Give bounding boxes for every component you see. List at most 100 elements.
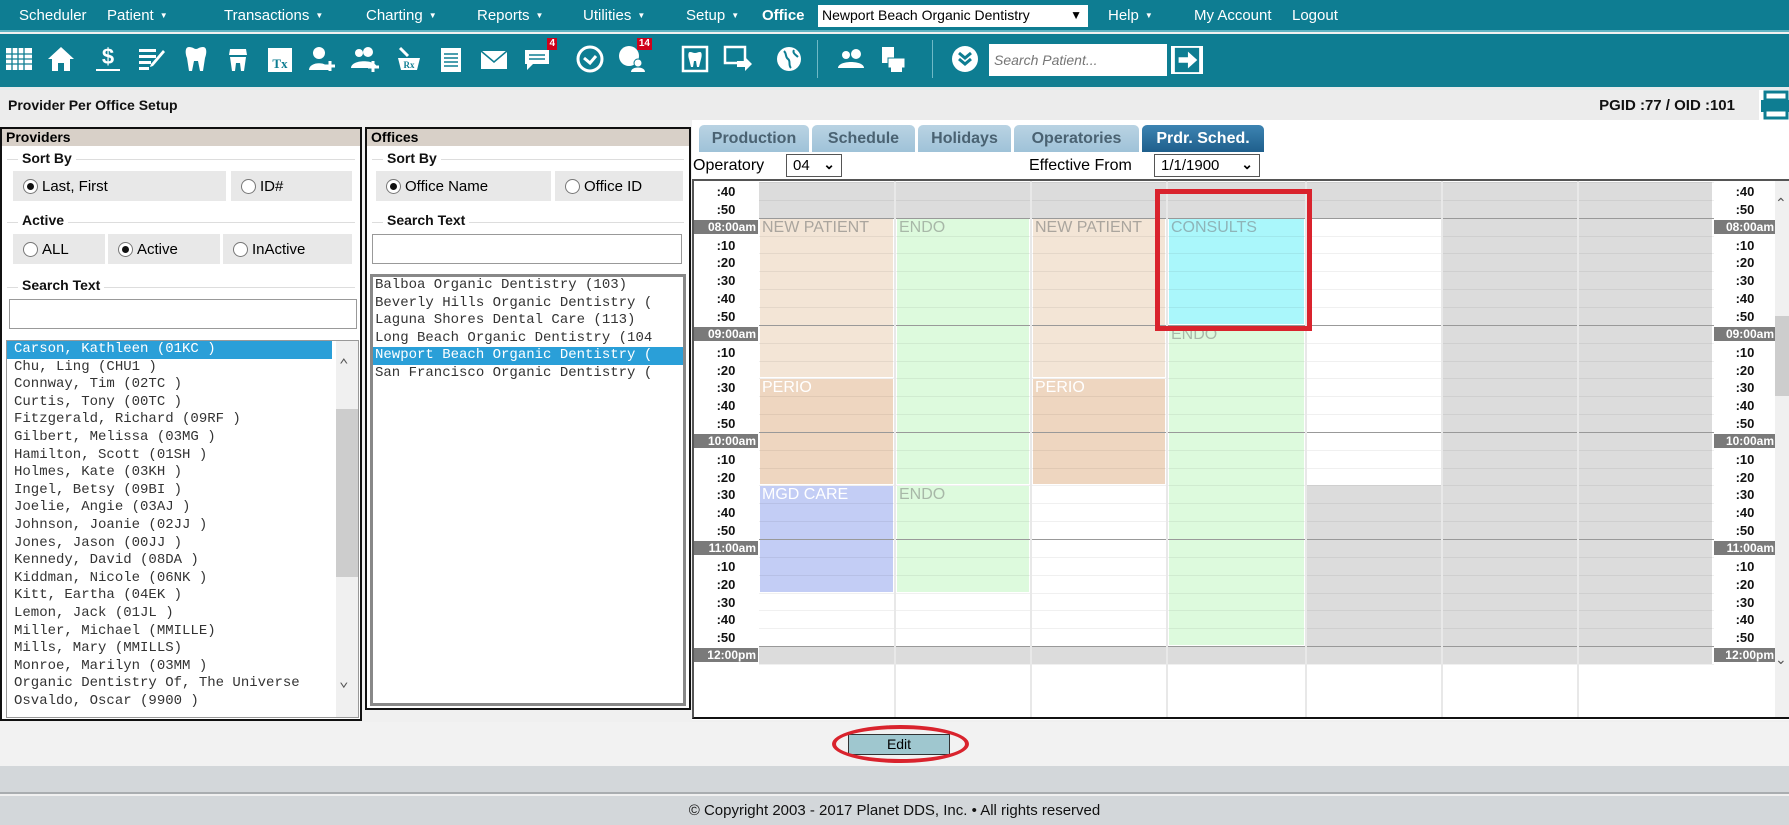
search-go-button[interactable] <box>1169 44 1205 76</box>
provider-list-item[interactable]: Lemon, Jack (01JL ) <box>7 605 358 623</box>
office-list-item[interactable]: Balboa Organic Dentistry (103) <box>373 277 683 295</box>
print-button[interactable] <box>1759 90 1789 120</box>
provider-list-item[interactable]: Jones, Jason (00JJ ) <box>7 535 358 553</box>
provider-list-item[interactable]: Holmes, Kate (03KH ) <box>7 464 358 482</box>
nav-patient-menu[interactable]: Patient ▼ <box>107 7 168 24</box>
scroll-down-icon[interactable]: ⌄ <box>1775 651 1787 668</box>
nav-reports-menu[interactable]: Reports ▼ <box>477 7 543 24</box>
nav-my-account[interactable]: My Account <box>1194 7 1272 24</box>
provider-list-item[interactable]: Kiddman, Nicole (06NK ) <box>7 570 358 588</box>
mail-icon[interactable] <box>478 42 510 76</box>
tab-schedule[interactable]: Schedule <box>812 125 915 152</box>
minute-label: :10 <box>1735 344 1755 360</box>
office-list-item[interactable]: San Francisco Organic Dentistry ( <box>373 365 683 383</box>
offices-search-input[interactable] <box>372 234 682 264</box>
offices-list[interactable]: Balboa Organic Dentistry (103) Beverly Hi… <box>370 274 686 706</box>
providers-list-scrollbar[interactable]: ⌃ ⌄ <box>336 341 358 717</box>
calendar-grid-icon[interactable] <box>3 42 35 76</box>
sort-last-first-radio[interactable]: Last, First <box>13 171 226 201</box>
scroll-up-icon[interactable]: ⌃ <box>339 355 349 375</box>
nav-utilities-menu[interactable]: Utilities ▼ <box>583 7 645 24</box>
provider-list-item[interactable]: Ingel, Betsy (09BI ) <box>7 482 358 500</box>
office-list-item[interactable]: Beverly Hills Organic Dentistry ( <box>373 295 683 313</box>
provider-list-item[interactable]: Chu, Ling (CHU1 ) <box>7 359 358 377</box>
office-select[interactable]: Newport Beach Organic Dentistry ▼ <box>818 5 1088 27</box>
schedule-scrollbar[interactable]: ⌃ ⌄ <box>1775 181 1789 717</box>
sort-id-radio[interactable]: ID# <box>231 171 352 201</box>
scroll-thumb[interactable] <box>336 409 358 577</box>
sort-office-id-radio[interactable]: Office ID <box>555 171 683 201</box>
office-list-item[interactable]: Newport Beach Organic Dentistry ( <box>373 347 683 365</box>
print-documents-icon[interactable] <box>877 42 909 76</box>
minute-label: :20 <box>716 469 736 485</box>
active-all-radio[interactable]: ALL <box>13 234 105 264</box>
office-list-item[interactable]: Long Beach Organic Dentistry (104 <box>373 330 683 348</box>
provider-list-item[interactable]: Johnson, Joanie (02JJ ) <box>7 517 358 535</box>
provider-list-item[interactable]: Monroe, Marilyn (03MM ) <box>7 658 358 676</box>
minute-label: :20 <box>1735 255 1755 271</box>
column-divider <box>1577 181 1579 717</box>
billing-dollar-icon[interactable]: $ <box>92 42 124 76</box>
tooth-icon[interactable] <box>180 42 212 76</box>
provider-list-item[interactable]: Connway, Tim (02TC ) <box>7 376 358 394</box>
scroll-down-icon[interactable]: ⌄ <box>339 671 349 691</box>
office-list-item[interactable]: Laguna Shores Dental Care (113) <box>373 312 683 330</box>
effective-from-select[interactable]: 1/1/1900 ⌄ <box>1154 154 1260 177</box>
provider-list-item[interactable]: Joelie, Angie (03AJ ) <box>7 499 358 517</box>
provider-list-item[interactable]: Carson, Kathleen (01KC ) <box>7 341 332 359</box>
add-patient-icon[interactable] <box>306 42 338 76</box>
globe-user-icon[interactable]: 14 <box>616 38 652 76</box>
provider-list-item[interactable]: Curtis, Tony (00TC ) <box>7 394 358 412</box>
nav-setup-menu[interactable]: Setup ▼ <box>686 7 739 24</box>
providers-list[interactable]: Carson, Kathleen (01KC ) Chu, Ling (CHU1 … <box>6 340 359 718</box>
provider-list-item[interactable]: Mills, Mary (MMILLS) <box>7 640 358 658</box>
tab-production[interactable]: Production <box>699 125 809 152</box>
search-patient-input[interactable] <box>989 44 1167 76</box>
prescription-icon[interactable]: Rx <box>393 42 425 76</box>
tab-holidays[interactable]: Holidays <box>918 125 1011 152</box>
provider-list-item[interactable]: Miller, Michael (MMILLE) <box>7 623 358 641</box>
add-family-icon[interactable] <box>349 42 381 76</box>
tab-prdr-sched[interactable]: Prdr. Sched. <box>1142 125 1264 152</box>
provider-list-item[interactable]: Hamilton, Scott (01SH ) <box>7 447 358 465</box>
expand-chevron-icon[interactable] <box>949 42 981 76</box>
scroll-thumb[interactable] <box>1775 316 1789 396</box>
schedule-block[interactable]: ENDO <box>897 218 1029 485</box>
xray-tooth-icon[interactable] <box>679 42 711 76</box>
operatory-select[interactable]: 04 ⌄ <box>786 154 842 177</box>
chevron-down-icon: ⌄ <box>1241 156 1253 172</box>
hour-label: 10:00am <box>694 433 758 448</box>
schedule-block[interactable]: NEW PATIENT <box>1033 218 1165 378</box>
scroll-up-icon[interactable]: ⌃ <box>1775 195 1787 212</box>
nav-charting-menu[interactable]: Charting ▼ <box>366 7 437 24</box>
active-active-radio[interactable]: Active <box>108 234 220 264</box>
minute-label: :50 <box>716 308 736 324</box>
tab-operatories[interactable]: Operatories <box>1014 125 1139 152</box>
active-inactive-radio[interactable]: InActive <box>223 234 352 264</box>
nav-scheduler[interactable]: Scheduler <box>19 7 87 24</box>
clock-icon[interactable] <box>574 42 606 76</box>
nav-logout[interactable]: Logout <box>1292 7 1338 24</box>
providers-search-input[interactable] <box>9 299 357 329</box>
nav-help-menu[interactable]: Help ▼ <box>1108 7 1153 24</box>
provider-list-item[interactable]: Osvaldo, Oscar (9900 ) <box>7 693 358 711</box>
globe-icon[interactable] <box>773 42 805 76</box>
export-screen-icon[interactable] <box>722 42 754 76</box>
provider-list-item[interactable]: Organic Dentistry Of, The Universe <box>7 675 358 693</box>
users-icon[interactable] <box>835 42 867 76</box>
provider-list-item[interactable]: Kennedy, David (08DA ) <box>7 552 358 570</box>
tooth-crown-icon[interactable] <box>222 42 254 76</box>
sort-office-name-radio[interactable]: Office Name <box>376 171 551 201</box>
provider-list-item[interactable]: Gilbert, Melissa (03MG ) <box>7 429 358 447</box>
provider-list-item[interactable]: Fitzgerald, Richard (09RF ) <box>7 411 358 429</box>
minute-label: :50 <box>716 416 736 432</box>
notepad-icon[interactable] <box>435 42 467 76</box>
schedule-block[interactable]: NEW PATIENT <box>760 218 893 378</box>
home-icon[interactable] <box>45 42 77 76</box>
edit-button[interactable]: Edit <box>848 734 950 755</box>
treatment-tx-icon[interactable]: Tx <box>264 42 296 76</box>
messages-icon[interactable]: 4 <box>521 38 557 76</box>
provider-list-item[interactable]: Kitt, Eartha (04EK ) <box>7 587 358 605</box>
nav-transactions-menu[interactable]: Transactions ▼ <box>224 7 323 24</box>
edit-notes-icon[interactable] <box>135 42 167 76</box>
